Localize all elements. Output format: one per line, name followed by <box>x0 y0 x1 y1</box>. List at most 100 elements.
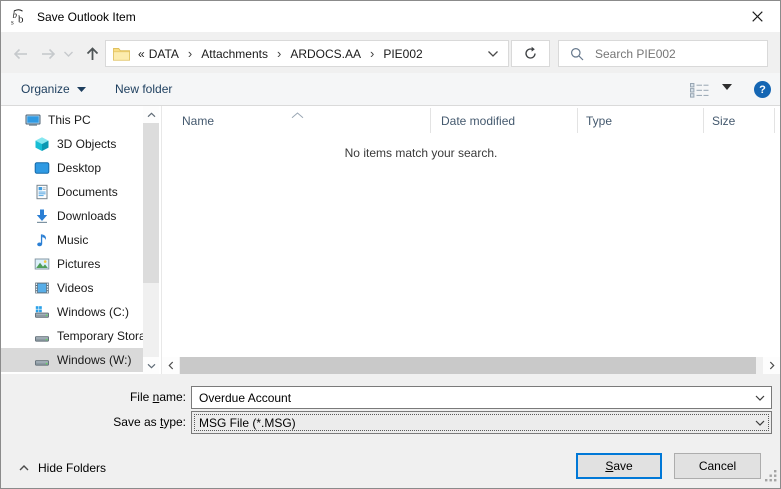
save-as-type-select[interactable]: MSG File (*.MSG) <box>191 411 772 434</box>
breadcrumb-item-data[interactable]: DATA <box>145 47 183 61</box>
back-button[interactable] <box>9 43 31 65</box>
recent-locations-button[interactable] <box>61 43 76 65</box>
pictures-icon <box>34 256 50 272</box>
save-as-type-value: MSG File (*.MSG) <box>199 416 296 430</box>
breadcrumb-separator-icon: › <box>272 47 286 60</box>
refresh-button[interactable] <box>511 40 550 67</box>
cancel-button[interactable]: Cancel <box>674 453 761 479</box>
sidebar-item-documents[interactable]: Documents <box>1 180 143 204</box>
horizontal-scrollbar <box>162 357 780 374</box>
new-folder-button[interactable]: New folder <box>109 73 178 105</box>
scroll-right-button[interactable] <box>763 357 780 374</box>
file-name-label: File name: <box>1 386 186 409</box>
window-title: Save Outlook Item <box>37 10 136 24</box>
chevron-down-icon[interactable] <box>755 420 765 426</box>
sidebar-item-windows-c[interactable]: Windows (C:) <box>1 300 143 324</box>
sidebar-item-desktop[interactable]: Desktop <box>1 156 143 180</box>
sidebar-item-pictures[interactable]: Pictures <box>1 252 143 276</box>
drive-icon <box>34 352 50 368</box>
breadcrumb: DATA›Attachments›ARDOCS.AA›PIE002 <box>145 47 427 61</box>
breadcrumb-item-pie002[interactable]: PIE002 <box>379 47 426 61</box>
close-button[interactable] <box>735 1 780 31</box>
documents-icon <box>34 184 50 200</box>
music-icon <box>34 232 50 248</box>
save-outlook-item-dialog: bsb Save Outlook Item <box>0 0 781 489</box>
chevron-down-icon <box>147 363 156 369</box>
main-area: This PC 3D Objects Desktop Documents Downloa… <box>1 106 780 374</box>
help-button[interactable]: ? <box>754 81 771 98</box>
file-name-input[interactable]: Overdue Account <box>191 386 772 409</box>
up-button[interactable] <box>81 43 103 65</box>
new-folder-label: New folder <box>115 82 172 96</box>
arrow-up-icon <box>84 45 101 63</box>
breadcrumb-item-attachments[interactable]: Attachments <box>197 47 272 61</box>
scroll-up-button[interactable] <box>143 106 159 123</box>
column-header-date-modified[interactable]: Date modified <box>431 108 578 133</box>
address-dropdown-button[interactable] <box>483 50 508 58</box>
command-toolbar: Organize New folder ? <box>1 73 780 106</box>
svg-text:b: b <box>18 13 24 25</box>
column-header-size[interactable]: Size <box>704 108 775 133</box>
sidebar-scrollbar <box>143 106 159 374</box>
breadcrumb-item-ardocs-aa[interactable]: ARDOCS.AA <box>286 47 365 61</box>
downloads-icon <box>34 208 50 224</box>
breadcrumb-overflow-button[interactable]: « <box>138 47 145 61</box>
view-mode-button[interactable] <box>690 80 709 100</box>
folder-icon <box>113 47 130 61</box>
arrow-left-icon <box>11 46 30 62</box>
search-input[interactable] <box>593 46 763 62</box>
scroll-left-button[interactable] <box>162 357 179 374</box>
sidebar-item-label: Temporary Stora <box>57 329 143 343</box>
sidebar-list: This PC 3D Objects Desktop Documents Downloa… <box>1 108 143 372</box>
breadcrumb-separator-icon: › <box>365 47 379 60</box>
search-box <box>558 40 768 67</box>
app-icon: bsb <box>10 8 28 26</box>
sidebar-item-label: Pictures <box>57 257 100 271</box>
empty-message: No items match your search. <box>161 146 681 160</box>
desktop-icon <box>34 160 50 176</box>
breadcrumb-separator-icon: › <box>183 47 197 60</box>
save-as-type-row: Save as type: MSG File (*.MSG) <box>1 411 780 434</box>
sidebar-item-videos[interactable]: Videos <box>1 276 143 300</box>
chevron-right-icon <box>769 361 775 370</box>
sidebar-item-label: Windows (C:) <box>57 305 129 319</box>
view-mode-dropdown-button[interactable] <box>722 84 732 90</box>
sidebar-item-music[interactable]: Music <box>1 228 143 252</box>
sidebar-item-temporary-stora[interactable]: Temporary Stora <box>1 324 143 348</box>
chevron-up-icon <box>147 112 156 118</box>
search-icon <box>570 47 584 61</box>
address-bar[interactable]: « DATA›Attachments›ARDOCS.AA›PIE002 <box>105 40 509 67</box>
this-pc-icon <box>25 112 41 128</box>
resize-grip-icon[interactable] <box>765 470 777 485</box>
dropdown-arrow-icon <box>722 84 732 90</box>
sidebar-item-label: Music <box>57 233 88 247</box>
drive-icon <box>34 328 50 344</box>
chevron-down-icon <box>63 50 74 58</box>
sidebar-item-3d-objects[interactable]: 3D Objects <box>1 132 143 156</box>
chevron-down-icon[interactable] <box>755 395 765 401</box>
column-header-name[interactable]: Name <box>162 108 431 133</box>
sidebar-item-label: 3D Objects <box>57 137 116 151</box>
cube-3d-icon <box>34 136 50 152</box>
scrollbar-thumb[interactable] <box>180 357 756 374</box>
forward-button[interactable] <box>37 43 59 65</box>
sidebar-item-windows-w[interactable]: Windows (W:) <box>1 348 143 372</box>
scrollbar-thumb[interactable] <box>143 123 159 283</box>
sidebar-item-downloads[interactable]: Downloads <box>1 204 143 228</box>
dropdown-arrow-icon <box>77 87 86 92</box>
arrow-right-icon <box>39 46 58 62</box>
save-as-type-label: Save as type: <box>1 411 186 434</box>
save-button[interactable]: Save <box>576 453 662 479</box>
hide-folders-button[interactable]: Hide Folders <box>19 459 106 477</box>
column-header-type[interactable]: Type <box>578 108 704 133</box>
sidebar-item-label: Documents <box>57 185 118 199</box>
file-name-row: File name: Overdue Account <box>1 386 780 409</box>
sidebar-item-this-pc[interactable]: This PC <box>1 108 143 132</box>
sidebar-item-label: Windows (W:) <box>57 353 131 367</box>
navigation-bar: « DATA›Attachments›ARDOCS.AA›PIE002 <box>1 32 780 73</box>
refresh-icon <box>523 46 538 61</box>
chevron-down-icon <box>487 50 499 58</box>
scroll-down-button[interactable] <box>143 357 159 374</box>
file-list: NameDate modifiedTypeSize No items match… <box>161 106 780 374</box>
organize-button[interactable]: Organize <box>15 73 92 105</box>
